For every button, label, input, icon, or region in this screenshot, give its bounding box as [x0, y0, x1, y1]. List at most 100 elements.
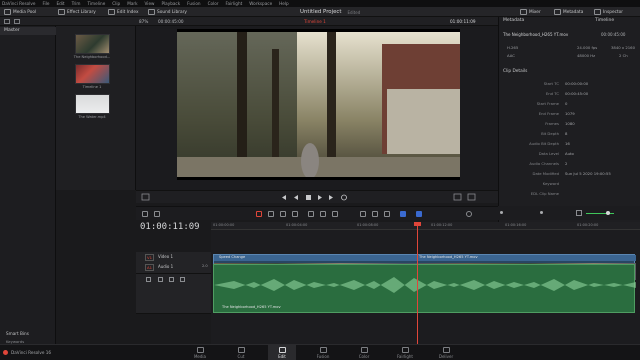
page-tab-edit[interactable]: Edit: [268, 345, 296, 360]
insert-clip-icon[interactable]: [308, 211, 314, 217]
zoom-level[interactable]: 87%: [139, 19, 148, 24]
zoom-dot-icon[interactable]: [500, 211, 503, 214]
top-toolbar: Media Pool Effect Library Edit Index Sou…: [0, 7, 640, 17]
clip-thumbnail-neighborhood[interactable]: [75, 34, 110, 54]
menu-item[interactable]: Help: [279, 1, 289, 6]
position-lock-icon[interactable]: [384, 211, 390, 217]
list-view-icon[interactable]: [4, 19, 10, 24]
speaker-icon[interactable]: [576, 210, 582, 216]
media-page-icon: [196, 347, 204, 353]
menu-item[interactable]: Timeline: [87, 1, 105, 6]
fairlight-page-icon: [401, 347, 409, 353]
menu-item[interactable]: View: [145, 1, 155, 6]
page-tab-media[interactable]: Media: [186, 345, 214, 360]
metadata-value[interactable]: 00:00:45:00: [565, 91, 588, 96]
video-codec: H.265: [507, 45, 519, 50]
linked-selection-icon[interactable]: [372, 211, 378, 217]
playhead-handle[interactable]: [414, 222, 421, 226]
metadata-toggle-button[interactable]: Metadata: [554, 8, 583, 16]
menu-item[interactable]: Clip: [112, 1, 120, 6]
track-options-icon[interactable]: [154, 211, 160, 217]
clip-thumbnail-water[interactable]: [75, 94, 110, 114]
audio-clip[interactable]: The Neighborhood_H265 YT.mov: [213, 264, 636, 313]
metadata-value[interactable]: 8: [565, 131, 567, 136]
menu-item[interactable]: File: [42, 1, 49, 6]
overwrite-clip-icon[interactable]: [320, 211, 326, 217]
page-tab-fairlight[interactable]: Fairlight: [391, 345, 419, 360]
replace-clip-icon[interactable]: [332, 211, 338, 217]
metadata-value[interactable]: 00:00:00:00: [565, 81, 588, 86]
menu-item[interactable]: DaVinci Resolve: [2, 1, 35, 6]
track-level: 2.0: [202, 264, 208, 268]
blade-tool-icon[interactable]: [292, 211, 298, 217]
menu-item[interactable]: Trim: [72, 1, 81, 6]
track-name: Video 1: [158, 254, 174, 259]
timeline-thumbnail[interactable]: [75, 64, 110, 84]
menu-item[interactable]: Fusion: [187, 1, 200, 6]
metadata-value[interactable]: Sun Jul 5 2020 19:00:55: [565, 171, 611, 176]
track-id[interactable]: V1: [145, 254, 155, 261]
mute-icon[interactable]: [169, 277, 174, 282]
metadata-filename: The Neighborhood_H265 YT.mov: [503, 32, 569, 37]
effects-icon: [58, 9, 65, 15]
menu-item[interactable]: Fairlight: [226, 1, 243, 6]
marker-icon[interactable]: [416, 211, 422, 217]
page-tab-label: Edit: [278, 354, 286, 359]
metadata-value[interactable]: 2: [565, 161, 567, 166]
timeline-selector[interactable]: Timeline 1: [304, 19, 326, 24]
metadata-value[interactable]: 16: [565, 141, 570, 146]
playhead[interactable]: [417, 222, 418, 344]
menu-item[interactable]: Workspace: [249, 1, 272, 6]
menu-item[interactable]: Edit: [56, 1, 64, 6]
sound-library-button[interactable]: Sound Library: [148, 8, 187, 16]
auto-select-icon[interactable]: [158, 277, 163, 282]
metadata-value[interactable]: 1080: [565, 121, 575, 126]
zoom-dot-icon[interactable]: [540, 211, 543, 214]
page-navigation-bar: DaVinci Resolve 16 Media Cut Edit Fusion Col…: [0, 344, 640, 360]
metadata-key: Start TC: [543, 81, 559, 86]
metadata-tab[interactable]: Metadata: [503, 18, 524, 23]
audio-codec: AAC: [507, 53, 515, 58]
clip-details-header: Clip Details: [503, 69, 528, 74]
timeline-ruler[interactable]: 01:00:00:00 01:00:04:00 01:00:08:00 01:0…: [211, 222, 640, 230]
timeline-timecode: 01:00:11:09: [140, 222, 200, 232]
inspector-button[interactable]: Inspector: [594, 8, 623, 16]
audio-track-header[interactable]: A1 Audio 1 2.0: [136, 262, 212, 274]
menu-item[interactable]: Playback: [161, 1, 180, 6]
fusion-page-icon: [319, 347, 327, 353]
thumbnail-view-icon[interactable]: [14, 19, 20, 24]
effects-library-button[interactable]: Effect Library: [58, 8, 96, 16]
edit-index-button[interactable]: Edit Index: [108, 8, 139, 16]
app-name: DaVinci Resolve 16: [11, 350, 52, 355]
page-tab-deliver[interactable]: Deliver: [432, 345, 460, 360]
metadata-key: Bit Depth: [541, 131, 559, 136]
timeline-tab[interactable]: Timeline: [595, 18, 614, 23]
page-tab-cut[interactable]: Cut: [227, 345, 255, 360]
frame-rate: 24.000 fps: [577, 45, 598, 50]
lock-icon[interactable]: [146, 277, 151, 282]
deliver-page-icon: [442, 347, 450, 353]
menu-item[interactable]: Mark: [127, 1, 137, 6]
video-viewer-frame[interactable]: [177, 29, 460, 180]
menu-bar: DaVinci Resolve File Edit Trim Timeline Clip M…: [0, 0, 640, 7]
selection-tool-icon[interactable]: [256, 211, 262, 217]
menu-item[interactable]: Color: [208, 1, 219, 6]
page-tab-color[interactable]: Color: [350, 345, 378, 360]
page-tab-label: Cut: [237, 354, 245, 359]
mixer-button[interactable]: Mixer: [520, 8, 541, 16]
layout-icon[interactable]: [142, 211, 148, 217]
media-pool-button[interactable]: Media Pool: [4, 8, 36, 16]
trim-tool-icon[interactable]: [268, 211, 274, 217]
master-bin[interactable]: Master: [4, 28, 20, 33]
metadata-value[interactable]: 1079: [565, 111, 575, 116]
audio-meter-icon[interactable]: [466, 211, 472, 217]
solo-icon[interactable]: [180, 277, 185, 282]
metadata-value[interactable]: Auto: [565, 151, 574, 156]
flag-icon[interactable]: [400, 211, 406, 217]
page-tab-fusion[interactable]: Fusion: [309, 345, 337, 360]
dynamic-trim-icon[interactable]: [280, 211, 286, 217]
track-id[interactable]: A1: [145, 264, 155, 271]
metadata-value[interactable]: 0: [565, 101, 567, 106]
volume-handle[interactable]: [606, 211, 610, 215]
snapping-icon[interactable]: [360, 211, 366, 217]
